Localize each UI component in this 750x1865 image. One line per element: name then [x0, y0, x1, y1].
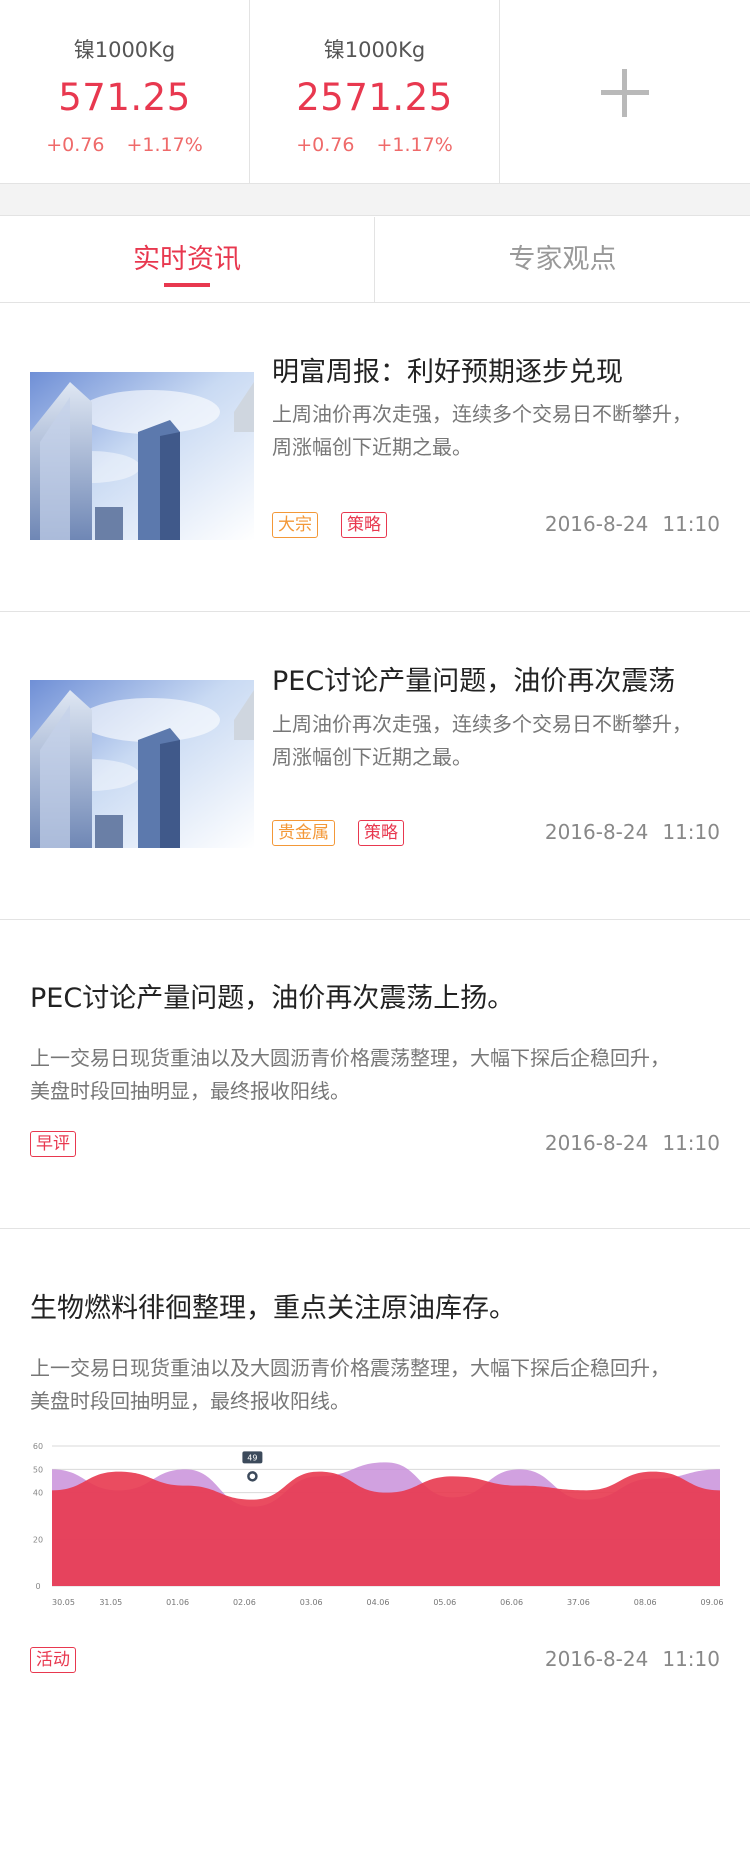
article-time: 11:10	[662, 1647, 720, 1671]
tab-expert-opinions[interactable]: 专家观点	[375, 217, 750, 302]
x-tick-label: 05.06	[433, 1598, 456, 1607]
article-time: 11:10	[662, 820, 720, 844]
tab-realtime-news[interactable]: 实时资讯	[0, 217, 375, 302]
article-summary-line: 上周油价再次走强，连续多个交易日不断攀升，	[272, 402, 692, 426]
ticker-change-pct: +1.17%	[126, 134, 203, 156]
news-item[interactable]: PEC讨论产量问题，油价再次震荡 上周油价再次走强，连续多个交易日不断攀升， 周…	[0, 612, 750, 920]
add-ticker-button[interactable]	[500, 0, 750, 184]
ticker-price: 2571.25	[296, 76, 453, 119]
tab-label: 专家观点	[508, 244, 617, 275]
article-summary-line: 上一交易日现货重油以及大圆沥青价格震荡整理，大幅下探后企稳回升，	[30, 1356, 670, 1380]
article-title: 明富周报：利好预期逐步兑现	[272, 357, 623, 388]
chart-svg: 0 20 40 50 60 30.05 31.05 01.06 02.06 03.06 04.06 0…	[33, 1442, 724, 1607]
article-summary-line: 上一交易日现货重油以及大圆沥青价格震荡整理，大幅下探后企稳回升，	[30, 1046, 670, 1070]
article-timestamp: 2016-8-24 11:10	[545, 820, 720, 844]
article-summary-line: 上周油价再次走强，连续多个交易日不断攀升，	[272, 712, 692, 736]
y-tick-label: 50	[33, 1465, 43, 1474]
article-date: 2016-8-24	[544, 820, 649, 844]
x-tick-label: 09.06	[701, 1598, 724, 1607]
tab-label: 实时资讯	[133, 244, 241, 275]
article-timestamp: 2016-8-24 11:10	[545, 1647, 720, 1671]
article-summary-line: 美盘时段回抽明显，最终报收阳线。	[30, 1079, 350, 1103]
ticker-price: 571.25	[58, 76, 191, 119]
x-tick-label: 06.06	[500, 1598, 523, 1607]
y-tick-label: 0	[35, 1582, 40, 1591]
article-date: 2016-8-24	[544, 512, 649, 536]
article-title: PEC讨论产量问题，油价再次震荡	[272, 666, 676, 697]
news-item[interactable]: PEC讨论产量问题，油价再次震荡上扬。 上一交易日现货重油以及大圆沥青价格震荡整…	[0, 920, 750, 1229]
x-tick-label: 02.06	[233, 1598, 256, 1607]
x-tick-label: 04.06	[367, 1598, 390, 1607]
article-tag[interactable]: 策略	[358, 820, 404, 846]
x-tick-label: 08.06	[634, 1598, 657, 1607]
article-thumbnail	[30, 372, 254, 540]
ticker-bar: 镍1000Kg 571.25 +0.76 +1.17% 镍1000Kg 2571.…	[0, 0, 750, 184]
article-thumbnail	[30, 680, 254, 848]
x-tick-label: 01.06	[166, 1598, 189, 1607]
ticker-change-row: +0.76 +1.17%	[0, 133, 249, 157]
article-tag[interactable]: 活动	[30, 1647, 76, 1673]
article-date: 2016-8-24	[544, 1647, 649, 1671]
article-tag[interactable]: 大宗	[272, 512, 318, 538]
article-summary-line: 美盘时段回抽明显，最终报收阳线。	[30, 1389, 350, 1413]
tooltip-point	[247, 1471, 258, 1482]
news-item[interactable]: 明富周报：利好预期逐步兑现 上周油价再次走强，连续多个交易日不断攀升， 周涨幅创…	[0, 303, 750, 612]
ticker-change-pct: +1.17%	[376, 134, 453, 156]
y-tick-label: 20	[33, 1535, 43, 1544]
ticker-card[interactable]: 镍1000Kg 2571.25 +0.76 +1.17%	[250, 0, 500, 184]
article-tag[interactable]: 策略	[341, 512, 387, 538]
ticker-name: 镍1000Kg	[73, 38, 176, 62]
ticker-change: +0.76	[46, 134, 105, 156]
price-area-chart: 0 20 40 50 60 30.05 31.05 01.06 02.06 03.06 04.06 0…	[30, 1440, 724, 1610]
ticker-change-row: +0.76 +1.17%	[250, 133, 499, 157]
y-tick-label: 60	[33, 1442, 43, 1451]
active-tab-indicator	[164, 283, 210, 287]
ticker-change: +0.76	[296, 134, 355, 156]
article-date: 2016-8-24	[544, 1131, 649, 1155]
article-title: PEC讨论产量问题，油价再次震荡上扬。	[30, 983, 515, 1014]
x-tick-label: 30.05	[52, 1598, 75, 1607]
y-tick-label: 40	[33, 1489, 43, 1498]
article-title: 生物燃料徘徊整理，重点关注原油库存。	[30, 1293, 516, 1324]
article-timestamp: 2016-8-24 11:10	[545, 512, 720, 536]
x-tick-label: 03.06	[300, 1598, 323, 1607]
article-summary-line: 周涨幅创下近期之最。	[272, 435, 472, 459]
ticker-name: 镍1000Kg	[323, 38, 426, 62]
x-tick-label: 37.06	[567, 1598, 590, 1607]
section-spacer	[0, 184, 750, 216]
article-summary-line: 周涨幅创下近期之最。	[272, 745, 472, 769]
tab-bar: 实时资讯 专家观点	[0, 217, 750, 303]
article-tag[interactable]: 贵金属	[272, 820, 335, 846]
x-tick-label: 31.05	[99, 1598, 122, 1607]
article-timestamp: 2016-8-24 11:10	[545, 1131, 720, 1155]
article-tag[interactable]: 早评	[30, 1131, 76, 1157]
article-time: 11:10	[662, 1131, 720, 1155]
ticker-card[interactable]: 镍1000Kg 571.25 +0.76 +1.17%	[0, 0, 250, 184]
tooltip-label: 49	[247, 1453, 257, 1462]
article-time: 11:10	[662, 512, 720, 536]
